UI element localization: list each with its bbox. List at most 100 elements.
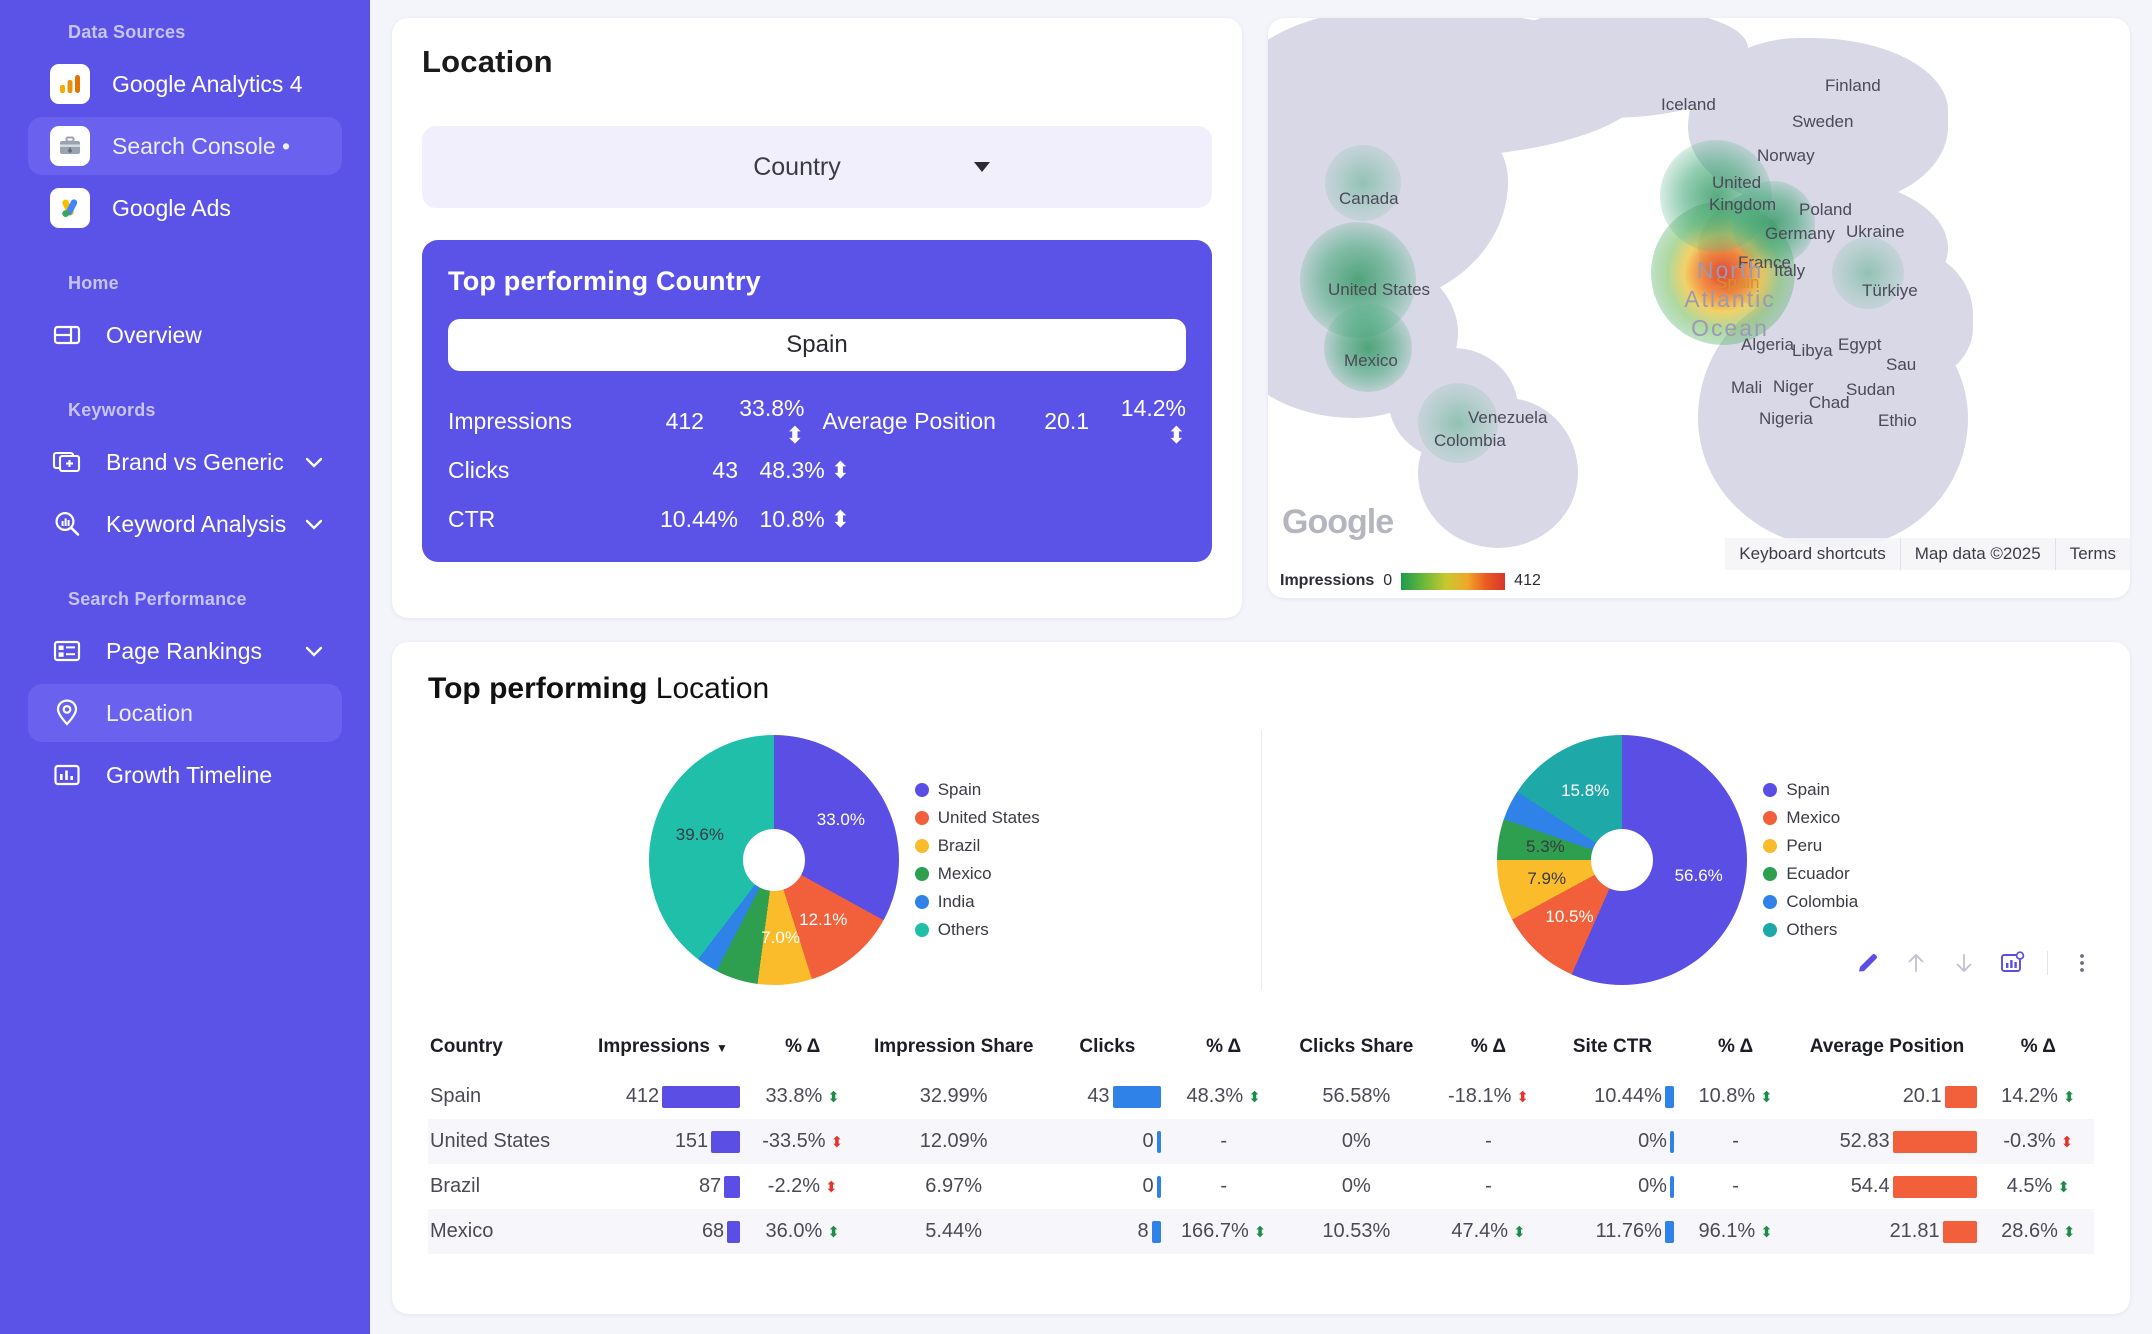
cell-bar (1893, 1131, 1977, 1153)
overview-icon (50, 318, 84, 352)
arrow-up-icon: ⬍ (831, 506, 850, 533)
cell-bar (1893, 1176, 1977, 1198)
legend-item[interactable]: Others (1763, 920, 1858, 940)
col-clicks-share[interactable]: Clicks Share (1281, 1028, 1432, 1074)
map-label-türkiye: Türkiye (1862, 281, 1918, 301)
delta-text: 36.0% (766, 1220, 823, 1243)
slice-label: 56.6% (1675, 866, 1723, 886)
cell-site-ctr-delta: - (1680, 1164, 1791, 1209)
cell-value: 87 (699, 1175, 721, 1198)
arrow-up-icon[interactable] (1903, 950, 1929, 976)
col-impressions[interactable]: Impressions▼ (580, 1028, 746, 1074)
sidebar-item-label: Location (106, 700, 193, 727)
cell-value: 0 (1142, 1130, 1153, 1153)
legend-item[interactable]: Colombia (1763, 892, 1858, 912)
map-label-sweden: Sweden (1792, 112, 1853, 132)
location-data-table: Country Impressions▼ % Δ Impression Shar… (428, 1028, 2094, 1254)
sidebar-section-search-performance: Search Performance (0, 589, 370, 610)
kpi-metric-value: 43 (658, 457, 738, 484)
sidebar-item-google-ads[interactable]: Google Ads (28, 179, 342, 237)
chevron-down-icon[interactable] (302, 512, 326, 536)
cell-impressions: 151 (580, 1119, 746, 1164)
cell-impressions: 412 (580, 1074, 746, 1119)
cell-value: 21.81 (1890, 1220, 1940, 1243)
sidebar-item-overview[interactable]: Overview (28, 306, 342, 364)
map-legend-max: 412 (1514, 572, 1541, 590)
legend-label: Peru (1786, 836, 1822, 856)
legend-label: Brazil (938, 836, 981, 856)
cell-site-ctr: 0% (1545, 1119, 1680, 1164)
legend-item[interactable]: Others (915, 920, 1040, 940)
cell-clicks-delta: 166.7%⬍ (1167, 1209, 1281, 1254)
col-average-position[interactable]: Average Position (1791, 1028, 1982, 1074)
table-row[interactable]: Spain41233.8%⬍32.99%4348.3%⬍56.58%-18.1%… (428, 1074, 2094, 1119)
delta-text: - (1686, 1130, 1785, 1153)
section-title: Top performing Location (428, 672, 2094, 706)
sidebar-section-keywords: Keywords (0, 400, 370, 421)
arrow-up-icon: ⬍ (827, 1223, 840, 1241)
arrow-down-icon: ⬍ (1516, 1088, 1529, 1106)
col-clicks[interactable]: Clicks (1048, 1028, 1166, 1074)
col-site-ctr[interactable]: Site CTR (1545, 1028, 1680, 1074)
col-clicks-delta[interactable]: % Δ (1167, 1028, 1281, 1074)
cell-clicks-share: 0% (1281, 1164, 1432, 1209)
chevron-down-icon[interactable] (302, 639, 326, 663)
chart-settings-icon[interactable] (1999, 950, 2025, 976)
top-country-value: Spain (448, 319, 1186, 371)
arrow-up-icon: ⬍ (1760, 1223, 1773, 1241)
sidebar-item-google-analytics-4[interactable]: Google Analytics 4 (28, 55, 342, 113)
legend-item[interactable]: Spain (1763, 780, 1858, 800)
sidebar-item-page-rankings[interactable]: Page Rankings (28, 622, 342, 680)
sidebar-item-search-console[interactable]: Search Console • (28, 117, 342, 175)
map-label-united-states: United States (1328, 280, 1430, 300)
cell-clicks: 43 (1048, 1074, 1166, 1119)
legend-item[interactable]: Peru (1763, 836, 1858, 856)
legend-item[interactable]: Ecuador (1763, 864, 1858, 884)
cell-value: 68 (702, 1220, 724, 1243)
cell-bar (1157, 1176, 1161, 1198)
cell-impression-share: 32.99% (859, 1074, 1048, 1119)
legend-item[interactable]: United States (915, 808, 1040, 828)
legend-item[interactable]: India (915, 892, 1040, 912)
dimension-select[interactable]: Country (422, 126, 1212, 208)
cell-site-ctr: 0% (1545, 1164, 1680, 1209)
sidebar-item-brand-vs-generic[interactable]: Brand vs Generic (28, 433, 342, 491)
slice-label: 7.0% (761, 928, 800, 948)
table-row[interactable]: United States151-33.5%⬍12.09%0-0%-0%-52.… (428, 1119, 2094, 1164)
col-impression-share[interactable]: Impression Share (859, 1028, 1048, 1074)
map-label-sau: Sau (1886, 355, 1916, 375)
edit-icon[interactable] (1855, 950, 1881, 976)
cell-clicks-share-delta: 47.4%⬍ (1432, 1209, 1545, 1254)
col-clicks-share-delta[interactable]: % Δ (1432, 1028, 1545, 1074)
legend-item[interactable]: Mexico (915, 864, 1040, 884)
more-options-icon[interactable] (2070, 951, 2094, 975)
col-impressions-delta[interactable]: % Δ (746, 1028, 859, 1074)
map-label-venezuela: Venezuela (1468, 408, 1547, 428)
col-site-ctr-delta[interactable]: % Δ (1680, 1028, 1791, 1074)
terms-link[interactable]: Terms (2055, 538, 2130, 570)
legend-color-dot (915, 895, 929, 909)
cell-value: 11.76% (1596, 1220, 1662, 1243)
col-average-position-delta[interactable]: % Δ (1983, 1028, 2094, 1074)
cell-bar (1945, 1086, 1977, 1108)
map-label-norway: Norway (1757, 146, 1815, 166)
legend-item[interactable]: Brazil (915, 836, 1040, 856)
slice-label: 12.1% (799, 910, 847, 930)
cell-clicks: 8 (1048, 1209, 1166, 1254)
google-analytics-icon (50, 64, 90, 104)
table-row[interactable]: Brazil87-2.2%⬍6.97%0-0%-0%-54.44.5%⬍ (428, 1164, 2094, 1209)
arrow-down-icon[interactable] (1951, 950, 1977, 976)
col-country[interactable]: Country (428, 1028, 580, 1074)
sidebar-item-keyword-analysis[interactable]: Keyword Analysis (28, 495, 342, 553)
legend-item[interactable]: Mexico (1763, 808, 1858, 828)
sidebar-item-location[interactable]: Location (28, 684, 342, 742)
cell-bar (1670, 1176, 1674, 1198)
kpi-metric-value: 10.44% (658, 506, 738, 533)
legend-item[interactable]: Spain (915, 780, 1040, 800)
keyboard-shortcuts-link[interactable]: Keyboard shortcuts (1725, 538, 1899, 570)
impressions-heat-map[interactable]: IcelandFinlandSwedenNorwayUnitedKingdomP… (1268, 18, 2130, 598)
chevron-down-icon[interactable] (302, 450, 326, 474)
sidebar-item-growth-timeline[interactable]: Growth Timeline (28, 746, 342, 804)
map-label-poland: Poland (1799, 200, 1852, 220)
table-row[interactable]: Mexico6836.0%⬍5.44%8166.7%⬍10.53%47.4%⬍1… (428, 1209, 2094, 1254)
